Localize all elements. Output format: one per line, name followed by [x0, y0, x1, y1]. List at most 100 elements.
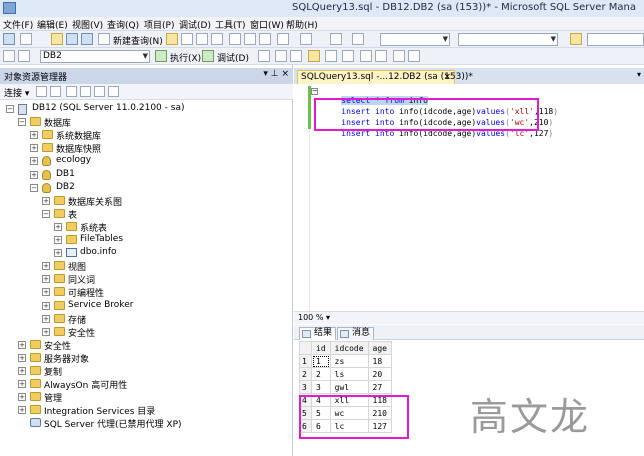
collapse-icon[interactable]: −: [30, 183, 38, 192]
zoom-select[interactable]: 100 % ▾: [298, 313, 330, 322]
save-all-icon[interactable]: [81, 33, 93, 45]
navigate-back-icon[interactable]: [330, 33, 342, 45]
sql-editor[interactable]: − select * from info insert into info(id…: [294, 84, 642, 311]
expand-icon[interactable]: +: [54, 222, 62, 231]
new-project-icon[interactable]: [3, 33, 15, 45]
find-in-files-icon[interactable]: [570, 33, 582, 45]
execute-icon[interactable]: [155, 50, 167, 62]
grid-cell[interactable]: 20: [367, 367, 393, 381]
expand-icon[interactable]: +: [42, 301, 50, 310]
redo-icon[interactable]: [300, 33, 312, 45]
results-to-text-icon[interactable]: [308, 50, 320, 62]
grid-cell[interactable]: gwl: [329, 380, 369, 394]
chevron-down-icon[interactable]: ▾: [637, 70, 641, 79]
add-item-icon[interactable]: [20, 33, 32, 45]
row-number[interactable]: 2: [299, 367, 312, 381]
increase-indent-icon[interactable]: [408, 50, 420, 62]
expand-icon[interactable]: +: [42, 288, 50, 297]
grid-cell[interactable]: 3: [311, 380, 331, 394]
row-number[interactable]: 3: [299, 380, 312, 394]
execute-button[interactable]: 执行(X): [170, 51, 201, 64]
navigate-forward-icon[interactable]: [352, 33, 364, 45]
menu-file[interactable]: 文件(F): [3, 18, 33, 31]
expand-icon[interactable]: +: [30, 170, 38, 179]
column-header-age[interactable]: age: [367, 341, 393, 355]
save-icon[interactable]: [66, 33, 78, 45]
grid-cell[interactable]: zs: [329, 354, 369, 368]
menu-tools[interactable]: 工具(T): [215, 18, 246, 31]
copy-icon[interactable]: [244, 33, 256, 45]
undo-icon[interactable]: [277, 33, 289, 45]
tab-results[interactable]: 结果: [299, 327, 337, 340]
connect-button[interactable]: 连接 ▾: [4, 86, 29, 99]
column-header-id[interactable]: id: [311, 341, 331, 355]
expand-icon[interactable]: +: [42, 327, 50, 336]
expand-icon[interactable]: +: [18, 380, 26, 389]
grid-cell[interactable]: 27: [367, 380, 393, 394]
menu-edit[interactable]: 编辑(E): [37, 18, 68, 31]
database-select[interactable]: DB2 ▼: [40, 50, 150, 63]
analysis-query-icon[interactable]: [181, 33, 193, 45]
paste-icon[interactable]: [259, 33, 271, 45]
refresh-icon[interactable]: [94, 86, 105, 97]
column-header-idcode[interactable]: idcode: [329, 341, 369, 355]
expand-icon[interactable]: +: [30, 157, 38, 166]
menu-project[interactable]: 项目(P): [144, 18, 174, 31]
search-input[interactable]: [587, 33, 644, 46]
grid-cell[interactable]: 18: [367, 354, 393, 368]
collapse-icon[interactable]: −: [6, 105, 14, 113]
table-row[interactable]: 1 1 zs 18: [299, 354, 393, 368]
grid-cell[interactable]: 2: [311, 367, 331, 381]
db-engine-query-icon[interactable]: [166, 33, 178, 45]
tab-sqlquery13[interactable]: SQLQuery13.sql -...12.DB2 (sa (153))* ×: [297, 70, 473, 84]
disconnect-icon[interactable]: [50, 86, 61, 97]
filter-icon[interactable]: [80, 86, 91, 97]
expand-icon[interactable]: +: [18, 393, 26, 402]
comment-icon[interactable]: [360, 50, 372, 62]
solution-config-combo[interactable]: ▼: [380, 33, 450, 46]
expand-icon[interactable]: +: [54, 249, 62, 258]
menu-window[interactable]: 窗口(W): [250, 18, 284, 31]
parse-icon[interactable]: [258, 50, 270, 62]
stop-icon[interactable]: [66, 86, 77, 97]
menu-query[interactable]: 查询(Q): [107, 18, 139, 31]
grid-corner[interactable]: [299, 341, 312, 355]
expand-icon[interactable]: +: [18, 406, 26, 415]
uncomment-icon[interactable]: [375, 50, 387, 62]
grid-cell[interactable]: 1: [311, 354, 331, 368]
results-to-file-icon[interactable]: [342, 50, 354, 62]
decrease-indent-icon[interactable]: [393, 50, 405, 62]
query-designer-icon[interactable]: [290, 50, 302, 62]
expand-icon[interactable]: +: [42, 275, 50, 284]
tab-messages[interactable]: 消息: [337, 327, 375, 340]
xmla-query-icon[interactable]: [211, 33, 223, 45]
table-row[interactable]: 2 2 ls 20: [299, 367, 393, 381]
menu-debug[interactable]: 调试(D): [179, 18, 211, 31]
expand-icon[interactable]: +: [18, 340, 26, 349]
connect-server-icon[interactable]: [36, 86, 47, 97]
grid-cell[interactable]: ls: [329, 367, 369, 381]
close-icon[interactable]: ×: [443, 71, 451, 83]
menu-help[interactable]: 帮助(H): [286, 18, 318, 31]
collapse-icon[interactable]: −: [311, 88, 318, 95]
table-row[interactable]: 3 3 gwl 27: [299, 380, 393, 394]
debug-icon[interactable]: [202, 50, 214, 62]
expand-icon[interactable]: +: [42, 262, 50, 271]
change-connection-icon[interactable]: [18, 50, 30, 62]
row-number[interactable]: 1: [299, 354, 312, 368]
find-combo[interactable]: ▼: [458, 33, 558, 46]
expand-icon[interactable]: +: [42, 314, 50, 323]
expand-icon[interactable]: +: [42, 196, 50, 205]
expand-icon[interactable]: +: [54, 236, 62, 244]
collapse-icon[interactable]: [108, 86, 119, 97]
expand-icon[interactable]: +: [18, 367, 26, 375]
debug-button[interactable]: 调试(D): [217, 51, 249, 64]
new-query-button[interactable]: 新建查询(N): [113, 34, 163, 47]
display-plan-icon[interactable]: [275, 50, 287, 62]
open-file-icon[interactable]: [51, 33, 63, 45]
mdx-query-icon[interactable]: [196, 33, 208, 45]
expand-icon[interactable]: +: [18, 353, 26, 362]
results-to-grid-icon[interactable]: [325, 50, 337, 62]
collapse-icon[interactable]: −: [18, 118, 26, 127]
panel-controls[interactable]: ▾ ⊥ ×: [263, 69, 289, 79]
